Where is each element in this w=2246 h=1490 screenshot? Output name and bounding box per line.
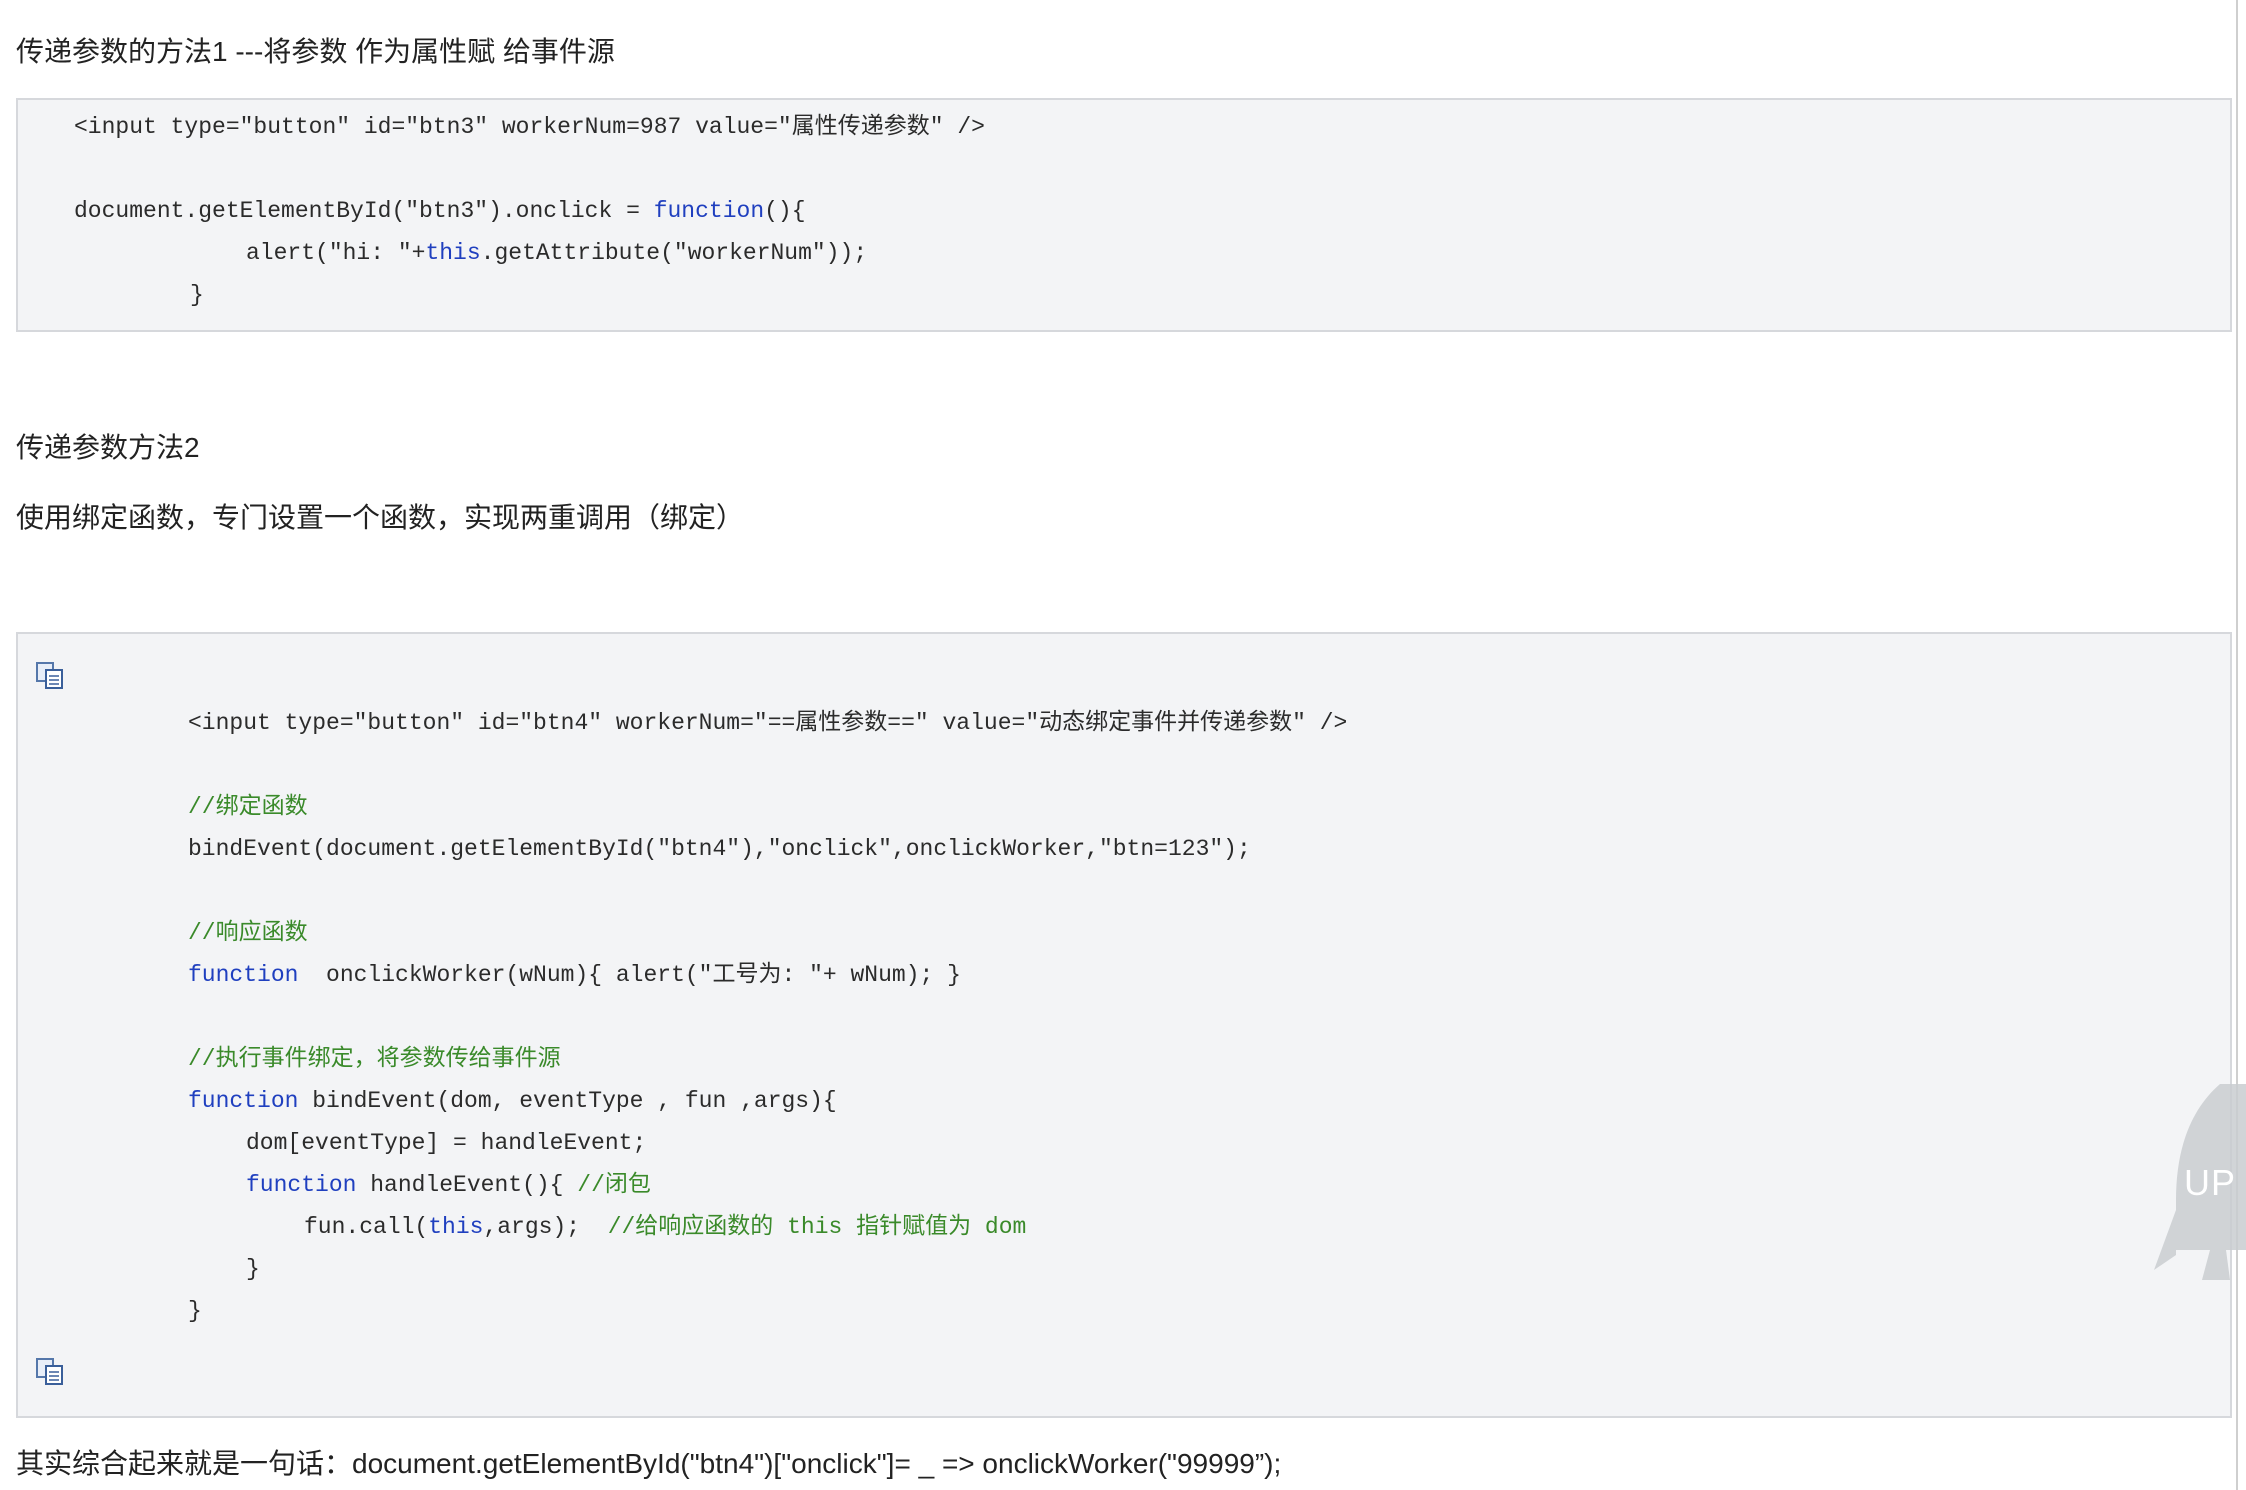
code-comment: //绑定函数	[188, 794, 308, 820]
code-line: document.getElementById("btn3").onclick …	[74, 196, 806, 226]
code-text: handleEvent(){	[356, 1172, 578, 1198]
code-keyword: this	[425, 240, 481, 266]
code-comment: //给响应函数的 this 指针赋值为 dom	[607, 1214, 1027, 1240]
section1-heading: 传递参数的方法1 ---将参数 作为属性赋 给事件源	[16, 36, 615, 67]
code-text: onclickWorker(wNum){ alert("工号为: "+ wNum…	[298, 962, 961, 988]
article-page: 传递参数的方法1 ---将参数 作为属性赋 给事件源 <input type="…	[0, 0, 2236, 1490]
section2-heading: 传递参数方法2	[16, 432, 200, 463]
code-line: alert("hi: "+this.getAttribute("workerNu…	[246, 238, 867, 268]
code-line: }	[246, 1256, 260, 1282]
code-block-2: <input type="button" id="btn4" workerNum…	[16, 632, 2232, 1418]
code-line: bindEvent(document.getElementById("btn4"…	[188, 836, 1251, 862]
summary-text: 其实综合起来就是一句话：document.getElementById("btn…	[16, 1448, 1282, 1479]
code-line: }	[188, 1298, 202, 1324]
code-line: <input type="button" id="btn4" workerNum…	[188, 710, 1348, 736]
code-block-1: <input type="button" id="btn3" workerNum…	[16, 98, 2232, 332]
code-text: bindEvent(dom, eventType , fun ,args){	[298, 1088, 837, 1114]
code-text: fun.call(	[304, 1214, 429, 1240]
code-keyword: this	[428, 1214, 484, 1240]
code-line: function onclickWorker(wNum){ alert("工号为…	[188, 960, 961, 990]
code-text: .getAttribute("workerNum"));	[480, 240, 868, 266]
code-line: fun.call(this,args); //给响应函数的 this 指针赋值为…	[304, 1212, 1026, 1242]
code-text: ,args);	[483, 1214, 608, 1240]
code-keyword: function	[653, 198, 765, 224]
code-comment: //响应函数	[188, 920, 308, 946]
code-keyword: function	[188, 1088, 299, 1114]
code-comment: //执行事件绑定，将参数传给事件源	[188, 1046, 561, 1072]
code-line: <input type="button" id="btn3" workerNum…	[74, 114, 985, 140]
section2-description: 使用绑定函数，专门设置一个函数，实现两重调用（绑定）	[16, 502, 745, 533]
code-text: document.getElementById("btn3").onclick …	[74, 198, 654, 224]
back-to-top-button[interactable]: UP	[2184, 1162, 2236, 1204]
code-text: alert("hi: "+	[246, 240, 426, 266]
code-keyword: function	[188, 962, 299, 988]
code-line: }	[190, 282, 204, 308]
code-line: dom[eventType] = handleEvent;	[246, 1130, 647, 1156]
code-keyword: function	[246, 1172, 357, 1198]
code-comment: //闭包	[577, 1172, 651, 1198]
copy-code-icon[interactable]	[34, 660, 66, 690]
copy-code-icon[interactable]	[34, 1356, 66, 1386]
code-text: (){	[764, 198, 806, 224]
code-line: function bindEvent(dom, eventType , fun …	[188, 1086, 837, 1116]
code-line: function handleEvent(){ //闭包	[246, 1170, 651, 1200]
